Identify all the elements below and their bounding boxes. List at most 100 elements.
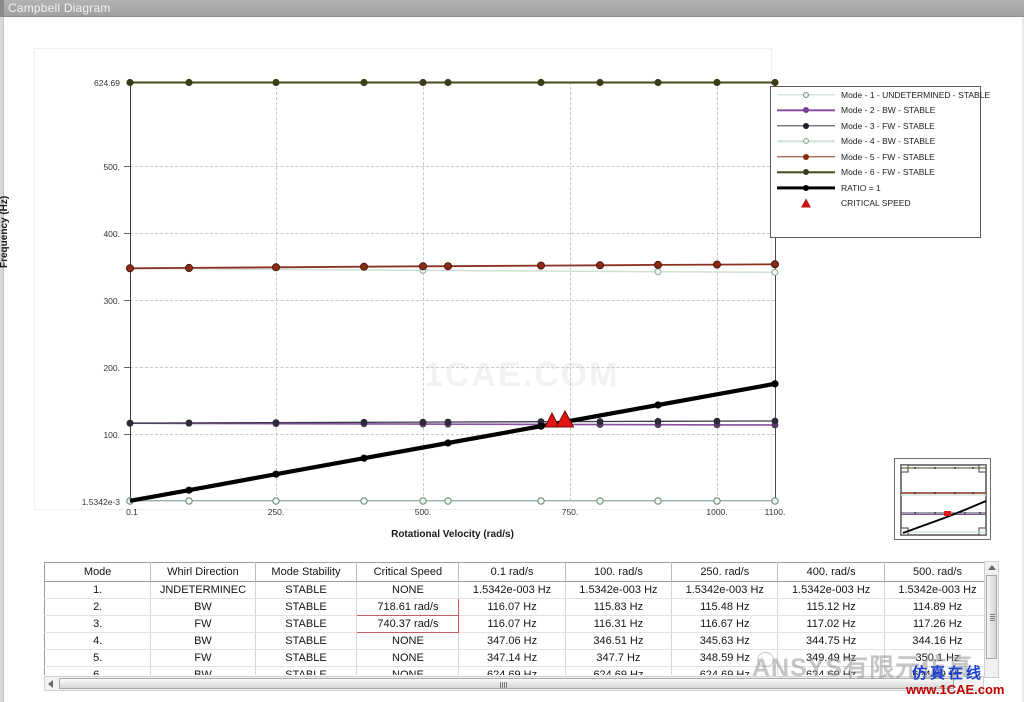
col-header-stability[interactable]: Mode Stability	[255, 562, 358, 582]
cell-whirl: BW	[150, 666, 256, 675]
col-header-critical[interactable]: Critical Speed	[356, 562, 460, 582]
cell-critical-speed: NONE	[356, 632, 460, 650]
watermark-url: www.1CAE.com	[906, 682, 1005, 697]
cell-mode: 1.	[44, 581, 152, 599]
table-row[interactable]: 4. BW STABLE NONE 347.06 Hz 346.51 Hz 34…	[44, 632, 997, 650]
ytick-label-100: 100.	[103, 430, 120, 440]
legend-item-mode-1[interactable]: Mode - 1 - UNDETERMINED - STABLE	[771, 87, 990, 103]
cell-value: 347.06 Hz	[458, 632, 566, 650]
col-header-v3[interactable]: 400. rad/s	[777, 562, 885, 582]
legend-label-mode-3: Mode - 3 - FW - STABLE	[841, 120, 935, 131]
legend-item-critical-speed[interactable]: CRITICAL SPEED	[771, 196, 980, 212]
cell-whirl: FW	[150, 615, 256, 633]
cell-value: 346.51 Hz	[565, 632, 673, 650]
scroll-up-arrow-icon[interactable]	[988, 565, 996, 570]
xtick-label-750: 750.	[561, 507, 579, 517]
thumbnail-graphic	[900, 464, 987, 536]
legend-item-mode-2[interactable]: Mode - 2 - BW - STABLE	[771, 103, 980, 119]
legend-label-critical-speed: CRITICAL SPEED	[841, 198, 911, 209]
legend-label-mode-5: Mode - 5 - FW - STABLE	[841, 151, 935, 162]
xtick-label-500: 500.	[414, 507, 432, 517]
scroll-grip-icon	[990, 614, 995, 621]
legend-swatch-mode-6	[777, 166, 835, 179]
cell-stability: STABLE	[255, 581, 358, 599]
campbell-diagram-window: Campbell Diagram 1CAE.COM 624.69 500. 40…	[0, 0, 1024, 702]
legend-item-mode-3[interactable]: Mode - 3 - FW - STABLE	[771, 118, 980, 134]
xtick-label-0: 0.1	[126, 507, 138, 517]
cell-value: 1.5342e-003 Hz	[565, 581, 673, 599]
table-row[interactable]: 2. BW STABLE 718.61 rad/s 116.07 Hz 115.…	[44, 598, 997, 616]
cell-value: 345.63 Hz	[671, 632, 779, 650]
legend-item-mode-5[interactable]: Mode - 5 - FW - STABLE	[771, 149, 980, 165]
cell-value: 624.69 Hz	[565, 666, 673, 675]
cell-whirl: JNDETERMINEC	[150, 581, 256, 599]
table-row[interactable]: 1. JNDETERMINEC STABLE NONE 1.5342e-003 …	[44, 581, 997, 599]
cell-mode: 5.	[44, 649, 152, 667]
legend-label-mode-2: Mode - 2 - BW - STABLE	[841, 105, 936, 116]
cell-value: 347.14 Hz	[458, 649, 566, 667]
legend-swatch-mode-5	[777, 150, 835, 163]
col-header-v4[interactable]: 500. rad/s	[884, 562, 992, 582]
cell-stability: STABLE	[255, 598, 358, 616]
cell-critical-speed: NONE	[356, 666, 460, 675]
legend-item-mode-4[interactable]: Mode - 4 - BW - STABLE	[771, 134, 980, 150]
cell-stability: STABLE	[255, 615, 358, 633]
cell-mode: 4.	[44, 632, 152, 650]
chart-panel[interactable]: 1CAE.COM 624.69 500. 400. 300. 200. 100.…	[0, 18, 1022, 548]
col-header-v2[interactable]: 250. rad/s	[671, 562, 779, 582]
xtick-label-250: 250.	[267, 507, 285, 517]
legend-swatch-mode-2	[777, 104, 835, 117]
cell-critical-speed[interactable]: 740.37 rad/s	[356, 615, 460, 633]
cell-value: 116.67 Hz	[671, 615, 779, 633]
col-header-v0[interactable]: 0.1 rad/s	[458, 562, 566, 582]
legend-swatch-mode-1	[777, 88, 835, 101]
cell-value: 344.16 Hz	[884, 632, 992, 650]
cell-value: 344.75 Hz	[777, 632, 885, 650]
ytick-label-500: 500.	[103, 162, 120, 172]
y-axis-title: Frequency (Hz)	[0, 195, 10, 268]
col-header-mode[interactable]: Mode	[44, 562, 152, 582]
cell-value: 114.89 Hz	[884, 598, 992, 616]
cell-stability: STABLE	[255, 632, 358, 650]
scroll-left-arrow-icon[interactable]	[48, 680, 53, 688]
legend-swatch-mode-3	[777, 119, 835, 132]
legend-swatch-ratio-1	[777, 181, 835, 194]
legend-swatch-critical-speed	[777, 197, 835, 210]
x-axis-title: Rotational Velocity (rad/s)	[391, 529, 514, 540]
cell-value: 115.83 Hz	[565, 598, 673, 616]
ytick-label-300: 300.	[103, 296, 120, 306]
legend-label-mode-1: Mode - 1 - UNDETERMINED - STABLE	[841, 89, 991, 100]
cell-value: 624.69 Hz	[458, 666, 566, 675]
cell-value: 1.5342e-003 Hz	[777, 581, 885, 599]
cell-mode: 2.	[44, 598, 152, 616]
table-vertical-scrollbar[interactable]	[984, 561, 999, 678]
window-title: Campbell Diagram	[8, 1, 111, 15]
chart-overview-thumbnail[interactable]	[894, 458, 991, 540]
cell-value: 115.12 Hz	[777, 598, 885, 616]
xtick-label-1100: 1100.	[764, 507, 786, 517]
cell-critical-speed: NONE	[356, 649, 460, 667]
legend-item-ratio-1[interactable]: RATIO = 1	[771, 180, 980, 196]
cell-critical-speed[interactable]: 718.61 rad/s	[356, 598, 460, 616]
table-row[interactable]: 3. FW STABLE 740.37 rad/s 116.07 Hz 116.…	[44, 615, 997, 633]
triangle-icon	[801, 198, 811, 208]
cell-whirl: FW	[150, 649, 256, 667]
legend-item-mode-6[interactable]: Mode - 6 - FW - STABLE	[771, 165, 980, 181]
plot-axes-frame	[130, 82, 775, 501]
cell-mode: 3.	[44, 615, 152, 633]
cell-value: 1.5342e-003 Hz	[458, 581, 566, 599]
scroll-grip-icon	[500, 682, 507, 688]
vertical-scroll-thumb[interactable]	[986, 575, 997, 659]
cell-whirl: BW	[150, 632, 256, 650]
col-header-v1[interactable]: 100. rad/s	[565, 562, 673, 582]
xtick-label-1000: 1000.	[706, 507, 728, 517]
cell-value: 117.26 Hz	[884, 615, 992, 633]
table-header-row: Mode Whirl Direction Mode Stability Crit…	[44, 562, 997, 582]
cell-value: 347.7 Hz	[565, 649, 673, 667]
cell-value: 116.07 Hz	[458, 598, 566, 616]
watermark-simulation-online: 仿真在线	[912, 665, 985, 682]
cell-value: 116.31 Hz	[565, 615, 673, 633]
cell-stability: STABLE	[255, 649, 358, 667]
col-header-whirl[interactable]: Whirl Direction	[150, 562, 256, 582]
cell-whirl: BW	[150, 598, 256, 616]
